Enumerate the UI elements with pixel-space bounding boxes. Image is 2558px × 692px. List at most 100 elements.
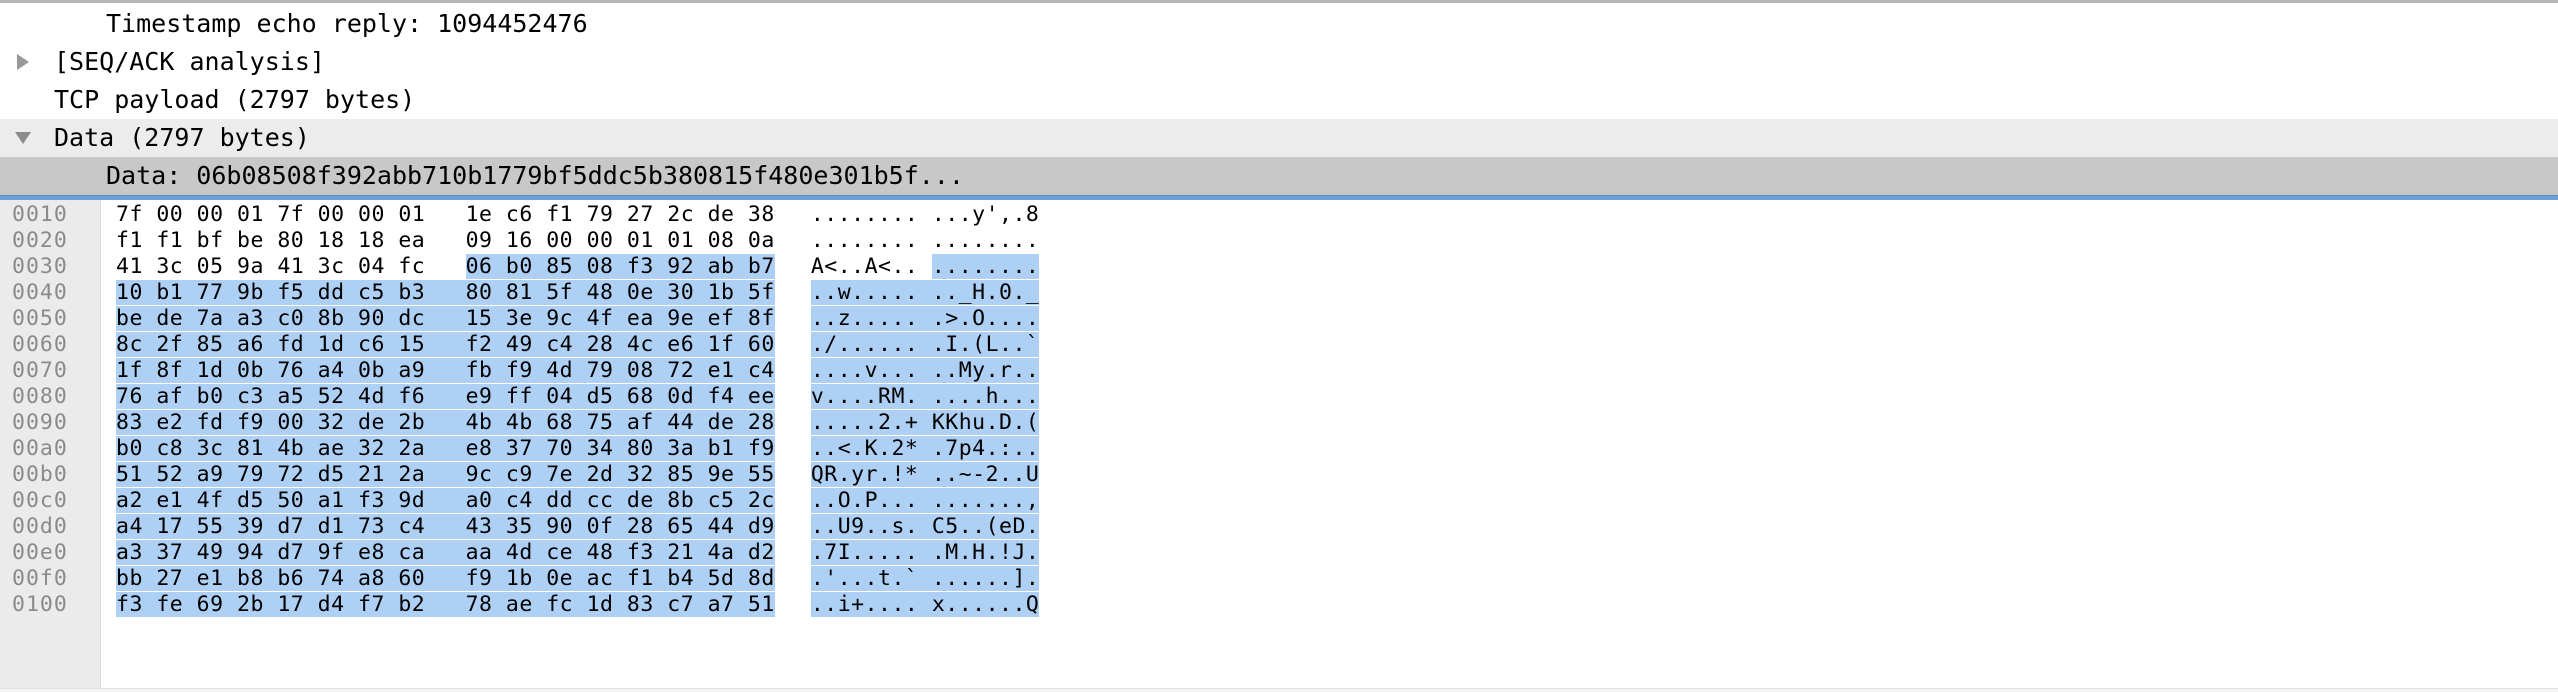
hex-byte-group[interactable]: 1e c6 f1 79 bbox=[466, 202, 614, 227]
hex-ascii-group[interactable]: .....2.+ bbox=[810, 410, 919, 435]
hex-byte-group[interactable]: f3 21 4a d2 bbox=[626, 540, 775, 565]
hex-ascii[interactable]: ..z..... .>.O.... bbox=[805, 306, 1046, 332]
hex-dump-row[interactable]: 0080 76 af b0 c3 a5 52 4d f6 e9 ff 04 d5 … bbox=[0, 384, 2558, 410]
hex-bytes[interactable]: a4 17 55 39 d7 d1 73 c4 43 35 90 0f 28 6… bbox=[100, 514, 783, 540]
hex-byte-group[interactable]: d7 9f e8 ca bbox=[277, 540, 426, 565]
detail-tree-row-timestamp-echo-reply[interactable]: Timestamp echo reply: 1094452476 bbox=[0, 5, 2558, 43]
hex-ascii-group[interactable]: ...y',.8 bbox=[932, 202, 1040, 227]
hex-byte-group[interactable]: 83 e2 fd f9 bbox=[116, 410, 264, 435]
hex-byte-group[interactable]: 1f 8f 1d 0b bbox=[116, 358, 264, 383]
detail-tree-row-seq-ack-analysis[interactable]: [SEQ/ACK analysis] bbox=[0, 43, 2558, 81]
hex-byte-group[interactable]: 80 81 5f 48 bbox=[465, 280, 614, 305]
hex-byte-group[interactable]: 80 3a b1 f9 bbox=[626, 436, 775, 461]
hex-bytes[interactable]: a3 37 49 94 d7 9f e8 ca aa 4d ce 48 f3 2… bbox=[100, 540, 783, 566]
hex-byte-group[interactable]: b6 74 a8 60 bbox=[277, 566, 426, 591]
hex-ascii[interactable]: QR.yr.!* ..~-2..U bbox=[805, 462, 1046, 488]
hex-byte-group[interactable]: aa 4d ce 48 bbox=[465, 540, 614, 565]
hex-ascii-group[interactable]: .7p4.:.. bbox=[931, 436, 1040, 461]
hex-byte-group[interactable]: de 8b c5 2c bbox=[626, 488, 775, 513]
hex-ascii[interactable]: .'...t.` ......]. bbox=[805, 566, 1046, 592]
hex-byte-group[interactable]: f2 49 c4 28 bbox=[465, 332, 614, 357]
hex-byte-group[interactable]: 41 3c 05 9a bbox=[116, 254, 264, 279]
hex-byte-group[interactable]: 0e 30 1b 5f bbox=[626, 280, 775, 305]
hex-byte-group[interactable]: f5 dd c5 b3 bbox=[277, 280, 426, 305]
hex-ascii-group[interactable]: ........ bbox=[811, 228, 919, 253]
hex-bytes[interactable]: b0 c8 3c 81 4b ae 32 2a e8 37 70 34 80 3… bbox=[100, 436, 783, 462]
hex-byte-group[interactable]: 78 ae fc 1d bbox=[465, 592, 614, 617]
hex-ascii-group[interactable]: C5..(eD. bbox=[931, 514, 1040, 539]
hex-byte-group[interactable]: f3 92 ab b7 bbox=[626, 254, 775, 279]
chevron-right-icon[interactable] bbox=[17, 54, 29, 70]
hex-dump-row[interactable]: 0060 8c 2f 85 a6 fd 1d c6 15 f2 49 c4 28 … bbox=[0, 332, 2558, 358]
hex-byte-group[interactable]: 09 16 00 00 bbox=[466, 228, 614, 253]
hex-byte-group[interactable]: 27 2c de 38 bbox=[627, 202, 775, 227]
hex-ascii[interactable]: ..<.K.2* .7p4.:.. bbox=[805, 436, 1046, 462]
hex-byte-group[interactable]: 83 c7 a7 51 bbox=[626, 592, 775, 617]
hex-ascii-group[interactable]: ..My.r.. bbox=[931, 358, 1040, 383]
hex-byte-group[interactable]: 01 01 08 0a bbox=[627, 228, 775, 253]
hex-byte-group[interactable]: bb 27 e1 b8 bbox=[116, 566, 264, 591]
hex-dump-row[interactable]: 0030 41 3c 05 9a 41 3c 04 fc 06 b0 85 08 … bbox=[0, 254, 2558, 280]
hex-ascii-group[interactable]: x......Q bbox=[931, 592, 1040, 617]
hex-bytes[interactable]: 51 52 a9 79 72 d5 21 2a 9c c9 7e 2d 32 8… bbox=[100, 462, 783, 488]
hex-byte-group[interactable]: fd 1d c6 15 bbox=[277, 332, 426, 357]
hex-byte-group[interactable]: 51 52 a9 79 bbox=[116, 462, 264, 487]
hex-ascii[interactable]: ./...... .I.(L..` bbox=[805, 332, 1046, 358]
hex-ascii[interactable]: ..w..... .._H.0._ bbox=[805, 280, 1046, 306]
hex-bytes[interactable]: 41 3c 05 9a 41 3c 04 fc 06 b0 85 08 f3 9… bbox=[100, 254, 783, 280]
hex-byte-group[interactable]: a5 52 4d f6 bbox=[277, 384, 426, 409]
expand-toggle-seq-ack-analysis[interactable] bbox=[0, 43, 46, 81]
hex-ascii-group[interactable]: ./...... bbox=[810, 332, 919, 357]
hex-ascii-group[interactable]: .>.O.... bbox=[931, 306, 1040, 331]
hex-ascii-group[interactable]: ..~-2..U bbox=[931, 462, 1040, 487]
hex-ascii-group[interactable]: ......., bbox=[931, 488, 1040, 513]
hex-byte-group[interactable]: 4b ae 32 2a bbox=[277, 436, 426, 461]
hex-bytes[interactable]: a2 e1 4f d5 50 a1 f3 9d a0 c4 dd cc de 8… bbox=[100, 488, 783, 514]
hex-byte-group[interactable]: be de 7a a3 bbox=[116, 306, 264, 331]
hex-ascii-group[interactable]: v....RM. bbox=[810, 384, 919, 409]
hex-byte-group[interactable]: d7 d1 73 c4 bbox=[277, 514, 426, 539]
hex-dump-row[interactable]: 0090 83 e2 fd f9 00 32 de 2b 4b 4b 68 75 … bbox=[0, 410, 2558, 436]
detail-tree-row-tcp-payload[interactable]: TCP payload (2797 bytes) bbox=[0, 81, 2558, 119]
hex-ascii-group[interactable]: .M.H.!J. bbox=[931, 540, 1040, 565]
hex-bytes[interactable]: 10 b1 77 9b f5 dd c5 b3 80 81 5f 48 0e 3… bbox=[100, 280, 783, 306]
hex-byte-group[interactable]: b0 c8 3c 81 bbox=[116, 436, 264, 461]
hex-byte-group[interactable]: ea 9e ef 8f bbox=[626, 306, 775, 331]
collapse-toggle-data-node[interactable] bbox=[0, 119, 46, 157]
hex-byte-group[interactable]: 50 a1 f3 9d bbox=[277, 488, 426, 513]
hex-byte-group[interactable]: a3 37 49 94 bbox=[116, 540, 264, 565]
hex-byte-group[interactable]: 80 18 18 ea bbox=[277, 228, 425, 253]
hex-byte-group[interactable]: 68 0d f4 ee bbox=[626, 384, 775, 409]
hex-dump-row[interactable]: 0100 f3 fe 69 2b 17 d4 f7 b2 78 ae fc 1d … bbox=[0, 592, 2558, 618]
hex-ascii[interactable]: A<..A<.. ........ bbox=[805, 254, 1046, 280]
hex-byte-group[interactable]: 7f 00 00 01 bbox=[277, 202, 425, 227]
detail-tree-row-data-field[interactable]: Data: 06b08508f392abb710b1779bf5ddc5b380… bbox=[0, 157, 2558, 195]
hex-byte-group[interactable]: 72 d5 21 2a bbox=[277, 462, 426, 487]
hex-ascii-group[interactable]: ..O.P... bbox=[810, 488, 919, 513]
hex-byte-group[interactable]: 4c e6 1f 60 bbox=[626, 332, 775, 357]
hex-byte-group[interactable]: f1 f1 bf be bbox=[116, 228, 264, 253]
hex-dump-row[interactable]: 0040 10 b1 77 9b f5 dd c5 b3 80 81 5f 48 … bbox=[0, 280, 2558, 306]
detail-tree-row-data-node[interactable]: Data (2797 bytes) bbox=[0, 119, 2558, 157]
hex-byte-group[interactable]: 8c 2f 85 a6 bbox=[116, 332, 264, 357]
hex-ascii[interactable]: .....2.+ KKhu.D.( bbox=[805, 410, 1046, 436]
hex-ascii-group[interactable]: ..<.K.2* bbox=[810, 436, 919, 461]
hex-byte-group[interactable]: f1 b4 5d 8d bbox=[626, 566, 775, 591]
chevron-down-icon[interactable] bbox=[15, 132, 31, 144]
hex-bytes[interactable]: 1f 8f 1d 0b 76 a4 0b a9 fb f9 4d 79 08 7… bbox=[100, 358, 783, 384]
hex-ascii-group[interactable]: .I.(L..` bbox=[931, 332, 1040, 357]
hex-byte-group[interactable]: 06 b0 85 08 bbox=[465, 254, 614, 279]
hex-dump-row[interactable]: 0070 1f 8f 1d 0b 76 a4 0b a9 fb f9 4d 79 … bbox=[0, 358, 2558, 384]
hex-byte-group[interactable]: e8 37 70 34 bbox=[465, 436, 614, 461]
hex-bytes[interactable]: 76 af b0 c3 a5 52 4d f6 e9 ff 04 d5 68 0… bbox=[100, 384, 783, 410]
hex-byte-group[interactable]: 41 3c 04 fc bbox=[277, 254, 425, 279]
hex-bytes[interactable]: f1 f1 bf be 80 18 18 ea 09 16 00 00 01 0… bbox=[100, 228, 783, 254]
hex-byte-group[interactable]: 00 32 de 2b bbox=[277, 410, 426, 435]
hex-ascii[interactable]: ..O.P... ......., bbox=[805, 488, 1046, 514]
hex-byte-group[interactable]: 43 35 90 0f bbox=[465, 514, 614, 539]
hex-ascii-group[interactable]: ..z..... bbox=[810, 306, 919, 331]
hex-byte-group[interactable]: 08 72 e1 c4 bbox=[626, 358, 775, 383]
hex-byte-group[interactable]: a2 e1 4f d5 bbox=[116, 488, 264, 513]
hex-byte-group[interactable]: 10 b1 77 9b bbox=[116, 280, 264, 305]
hex-bytes[interactable]: be de 7a a3 c0 8b 90 dc 15 3e 9c 4f ea 9… bbox=[100, 306, 783, 332]
